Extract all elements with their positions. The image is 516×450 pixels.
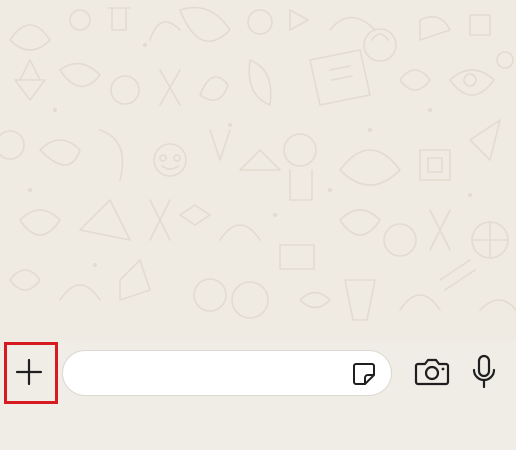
microphone-icon[interactable] — [470, 354, 498, 390]
sticker-icon[interactable] — [351, 361, 377, 387]
message-input[interactable] — [79, 352, 353, 394]
bottom-area — [0, 406, 516, 450]
chat-screen — [0, 0, 516, 450]
plus-icon — [15, 358, 43, 386]
chat-wallpaper — [0, 0, 516, 340]
attach-button[interactable] — [4, 342, 54, 402]
doodle-pattern — [0, 6, 516, 321]
message-field[interactable] — [62, 350, 392, 396]
camera-icon[interactable] — [414, 356, 450, 388]
